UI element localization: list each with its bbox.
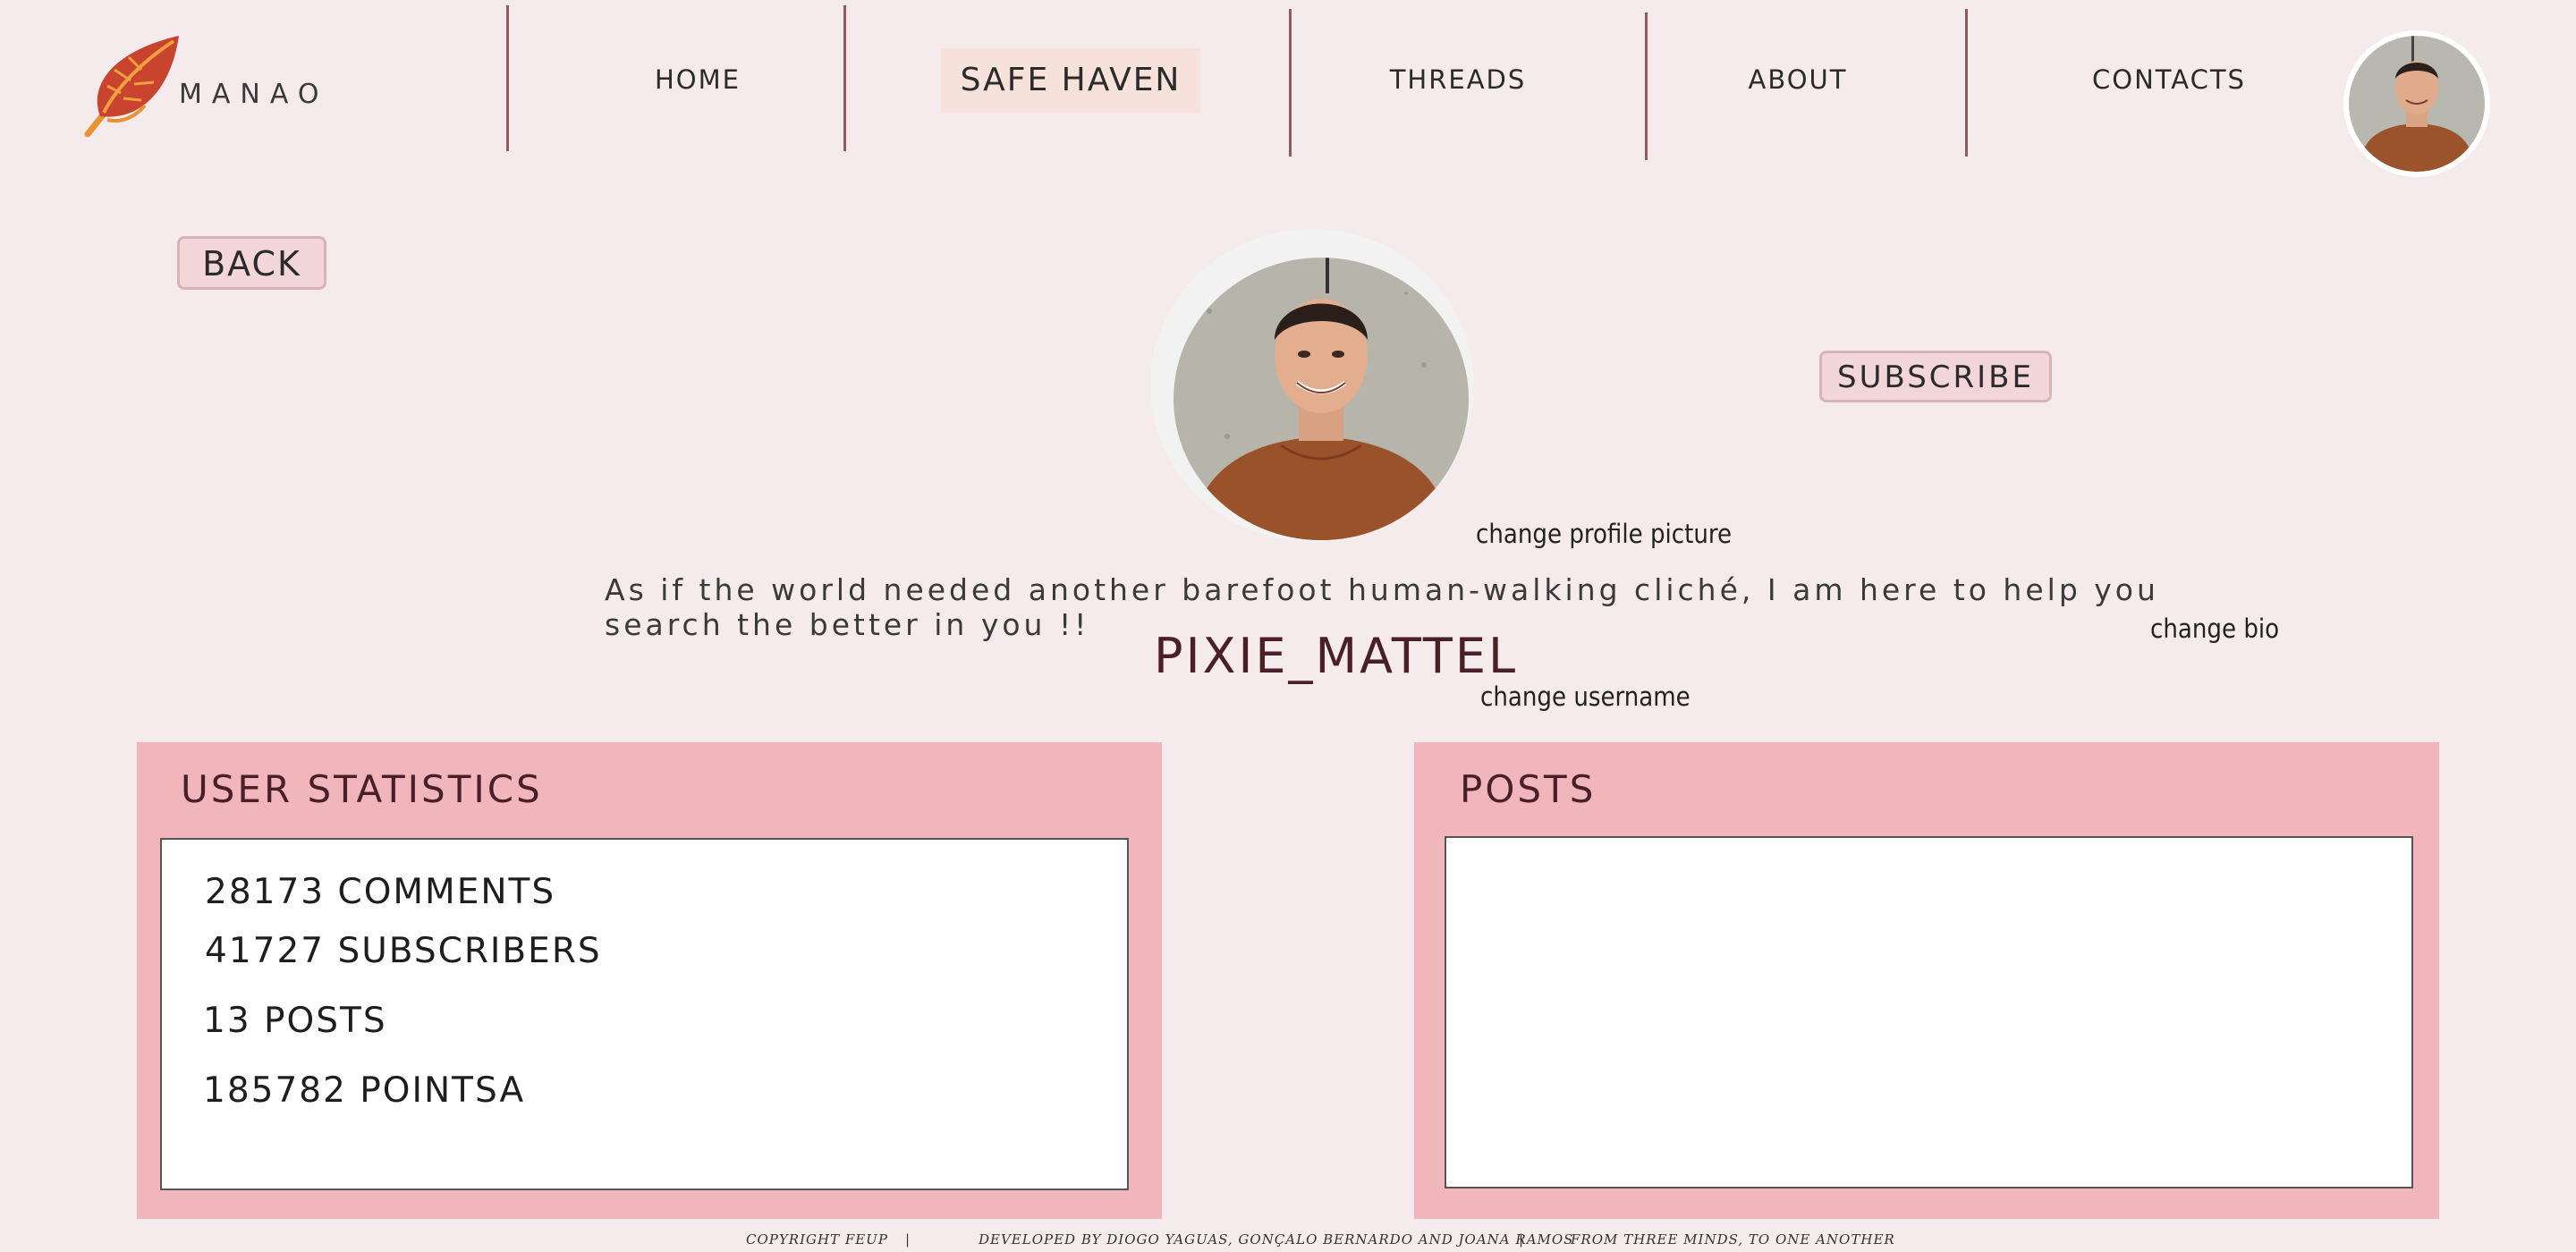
nav-divider xyxy=(1645,13,1648,160)
nav-threads[interactable]: THREADS xyxy=(1324,64,1592,95)
footer-developed-by: DEVELOPED BY DIOGO YAGUAS, GONÇALO BERNA… xyxy=(979,1231,1574,1248)
brand-logo[interactable]: MANAO xyxy=(80,34,349,141)
leaf-logo-icon xyxy=(84,36,179,137)
posts-list[interactable] xyxy=(1445,836,2413,1189)
user-statistics-panel: USER STATISTICS 28173 COMMENTS 41727 SUB… xyxy=(137,742,1162,1219)
user-statistics-title: USER STATISTICS xyxy=(181,767,543,811)
profile-picture[interactable] xyxy=(1174,258,1469,540)
header-avatar[interactable] xyxy=(2343,30,2490,177)
change-username-link[interactable]: change username xyxy=(1480,681,1690,712)
nav-divider xyxy=(843,5,846,151)
username: PIXIE_MATTEL xyxy=(1154,628,1519,684)
user-statistics-box: 28173 COMMENTS 41727 SUBSCRIBERS 13 POST… xyxy=(160,838,1129,1190)
nav-contacts[interactable]: CONTACTS xyxy=(2021,64,2317,95)
user-photo-image xyxy=(1174,258,1469,540)
nav-safe-haven[interactable]: SAFE HAVEN xyxy=(941,48,1200,113)
stat-comments: 28173 COMMENTS xyxy=(205,872,556,912)
stat-subscribers: 41727 SUBSCRIBERS xyxy=(205,931,602,971)
change-bio-link[interactable]: change bio xyxy=(2150,613,2279,644)
posts-title: POSTS xyxy=(1460,767,1597,811)
footer-tagline: FROM THREE MINDS, TO ONE ANOTHER xyxy=(1571,1231,1895,1248)
stat-posts: 13 POSTS xyxy=(203,1001,387,1041)
footer-copyright: COPYRIGHT FEUP xyxy=(746,1231,888,1248)
change-profile-picture-link[interactable]: change profile picture xyxy=(1476,519,1732,549)
back-button[interactable]: BACK xyxy=(177,236,326,290)
nav-about[interactable]: ABOUT xyxy=(1673,64,1923,95)
nav-divider xyxy=(506,5,509,151)
stat-points: 185782 POINTSA xyxy=(203,1070,526,1111)
subscribe-button[interactable]: SUBSCRIBE xyxy=(1819,351,2052,402)
footer-separator: | xyxy=(1519,1231,1525,1248)
nav-divider xyxy=(1289,9,1292,156)
posts-panel: POSTS xyxy=(1414,742,2439,1219)
brand-name: MANAO xyxy=(179,79,329,110)
footer-separator: | xyxy=(905,1231,911,1248)
nav-home[interactable]: HOME xyxy=(555,64,841,95)
user-avatar-image xyxy=(2349,36,2485,172)
nav-divider xyxy=(1965,9,1968,156)
